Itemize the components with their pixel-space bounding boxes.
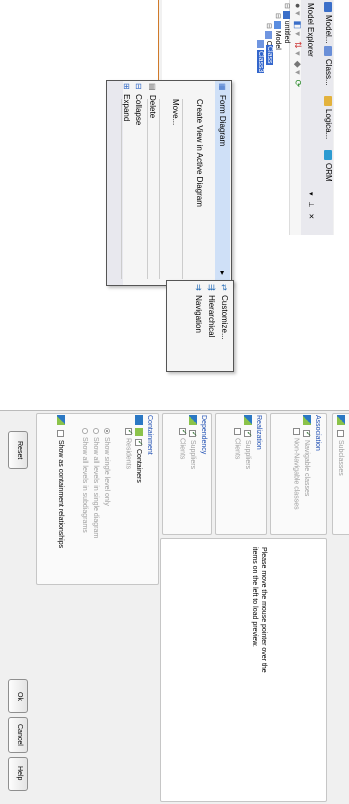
panel-pin-icon[interactable]: ⊥ <box>307 201 314 207</box>
radio-all-levels-subdiagrams[interactable]: Show all levels in subdiagrams <box>81 428 88 533</box>
association-icon <box>303 415 311 425</box>
orm-icon <box>323 150 332 160</box>
submenu-item-customize[interactable]: ⇄ Customize... <box>220 284 229 340</box>
submenu-arrow-icon: ▸ <box>218 271 227 276</box>
realization-clients-row[interactable]: Clients <box>234 428 241 459</box>
ok-button[interactable]: Ok <box>8 679 28 713</box>
preview-message: Please move the mouse pointer over the i… <box>251 547 267 673</box>
form-diagram-submenu: ⇄ Customize... ⇶ Hierarchical ⇉ Navigati… <box>166 280 234 372</box>
dependency-suppliers-row[interactable]: Suppliers <box>189 415 197 469</box>
sort-icon[interactable]: ⇅ <box>293 41 303 49</box>
expand-icon: ⊞ <box>122 83 131 90</box>
collapse-icon: ⊟ <box>134 83 143 90</box>
view-icon[interactable]: ◧ <box>293 21 303 30</box>
help-button[interactable]: Help <box>8 757 28 791</box>
realization-header: Realization <box>255 415 262 450</box>
cancel-button[interactable]: Cancel <box>8 717 28 753</box>
menu-item-move[interactable]: Move... <box>171 99 180 125</box>
tree-node-class-child[interactable]: Class3 <box>256 40 264 74</box>
realization-suppliers-checkbox[interactable] <box>244 429 252 437</box>
form-diagram-icon: ▦ <box>218 83 227 91</box>
tree-node-root[interactable]: ⊟ untitled <box>283 3 291 43</box>
delete-icon: ▤ <box>148 83 157 91</box>
customize-icon: ⇄ <box>220 284 229 291</box>
class-node-icon <box>257 40 264 48</box>
containment-header: Containment <box>146 415 153 455</box>
context-menu: ▦ Form Diagram ▸ Create View in Active D… <box>106 80 232 286</box>
containment-icon <box>135 415 143 425</box>
containers-row[interactable]: Containers <box>135 415 143 483</box>
dependency-header: Dependency <box>200 415 207 455</box>
containers-checkbox[interactable] <box>135 439 143 446</box>
menu-item-collapse[interactable]: ⊟ Collapse <box>134 83 143 125</box>
form-diagram-dialog: Subclasses Association Navigable classes… <box>0 410 349 804</box>
preview-pane <box>160 538 327 802</box>
non-navigable-classes-checkbox[interactable] <box>293 428 300 435</box>
class-node-icon <box>265 30 273 39</box>
all-levels-subdiagrams-radio[interactable] <box>81 428 88 434</box>
submenu-item-navigation[interactable]: ⇉ Navigation <box>194 284 203 333</box>
model-node-icon <box>274 20 282 29</box>
menu-item-delete[interactable]: ▤ Delete <box>148 83 157 118</box>
menu-item-form-diagram[interactable]: ▦ Form Diagram <box>218 83 227 146</box>
residents-row[interactable]: Residents <box>125 428 132 469</box>
menu-item-expand[interactable]: ⊞ Expand <box>122 83 131 121</box>
submenu-item-hierarchical[interactable]: ⇶ Hierarchical <box>207 284 216 337</box>
panel-close-icon[interactable]: ✕ <box>307 213 314 219</box>
panel-dropdown-icon[interactable]: ▾ <box>307 192 314 196</box>
tab-logical[interactable]: Logica... <box>323 96 333 139</box>
hierarchical-icon: ⇶ <box>207 284 216 291</box>
dependency-icon <box>189 415 197 425</box>
new-icon[interactable]: ● <box>293 3 303 8</box>
tab-model[interactable]: Model... <box>323 2 333 43</box>
dependency-clients-checkbox[interactable] <box>179 428 186 435</box>
reset-button[interactable]: Reset <box>8 431 28 469</box>
project-icon <box>283 10 291 19</box>
filter-icon[interactable]: ◆ <box>293 61 303 68</box>
containment-relationship-icon <box>57 415 65 425</box>
association-navigable-row[interactable]: Navigable classes <box>303 415 311 496</box>
dependency-clients-row[interactable]: Clients <box>179 428 186 459</box>
toolbar-icons: ● ▾ ◧ ▾ ⇅ ▾ ◆ ▾ ⟳ <box>293 3 303 88</box>
tab-class[interactable]: Class... <box>323 46 333 86</box>
subclasses-row[interactable]: Subclasses <box>337 415 345 476</box>
navigation-icon: ⇉ <box>194 284 203 291</box>
subclasses-checkbox[interactable] <box>337 429 345 437</box>
realization-icon <box>244 415 252 425</box>
realization-suppliers-row[interactable]: Suppliers <box>244 415 252 469</box>
radio-single-level[interactable]: Show single level only <box>103 428 110 506</box>
menu-item-create-view[interactable]: Create View in Active Diagram <box>195 99 204 207</box>
association-non-navigable-row[interactable]: Non-Navigable classes <box>293 428 300 510</box>
tree-node-class-selected[interactable]: Class <box>266 45 273 65</box>
single-level-radio[interactable] <box>103 428 110 434</box>
show-containment-row[interactable]: Show as containment relationships <box>57 415 65 548</box>
model-icon <box>323 2 332 12</box>
refresh-icon[interactable]: ⟳ <box>293 80 303 88</box>
generalization-icon <box>337 415 345 425</box>
tree-node-model[interactable]: ⊟ Model <box>274 13 282 50</box>
association-header: Association <box>314 415 321 451</box>
radio-all-levels-single[interactable]: Show all levels in single diagram <box>92 428 99 538</box>
tab-orm[interactable]: ORM <box>323 150 333 182</box>
logical-icon <box>323 96 332 106</box>
containment-sub-icon <box>135 428 143 436</box>
dependency-suppliers-checkbox[interactable] <box>189 429 197 437</box>
residents-checkbox[interactable] <box>125 428 132 435</box>
class-icon <box>323 46 332 56</box>
panel-controls: ▾ ⊥ ✕ <box>307 192 315 219</box>
navigable-classes-checkbox[interactable] <box>303 429 311 437</box>
all-levels-single-radio[interactable] <box>92 428 99 434</box>
panel-title: Model Explorer <box>306 3 315 57</box>
show-containment-checkbox[interactable] <box>57 429 65 437</box>
realization-clients-checkbox[interactable] <box>234 428 241 435</box>
